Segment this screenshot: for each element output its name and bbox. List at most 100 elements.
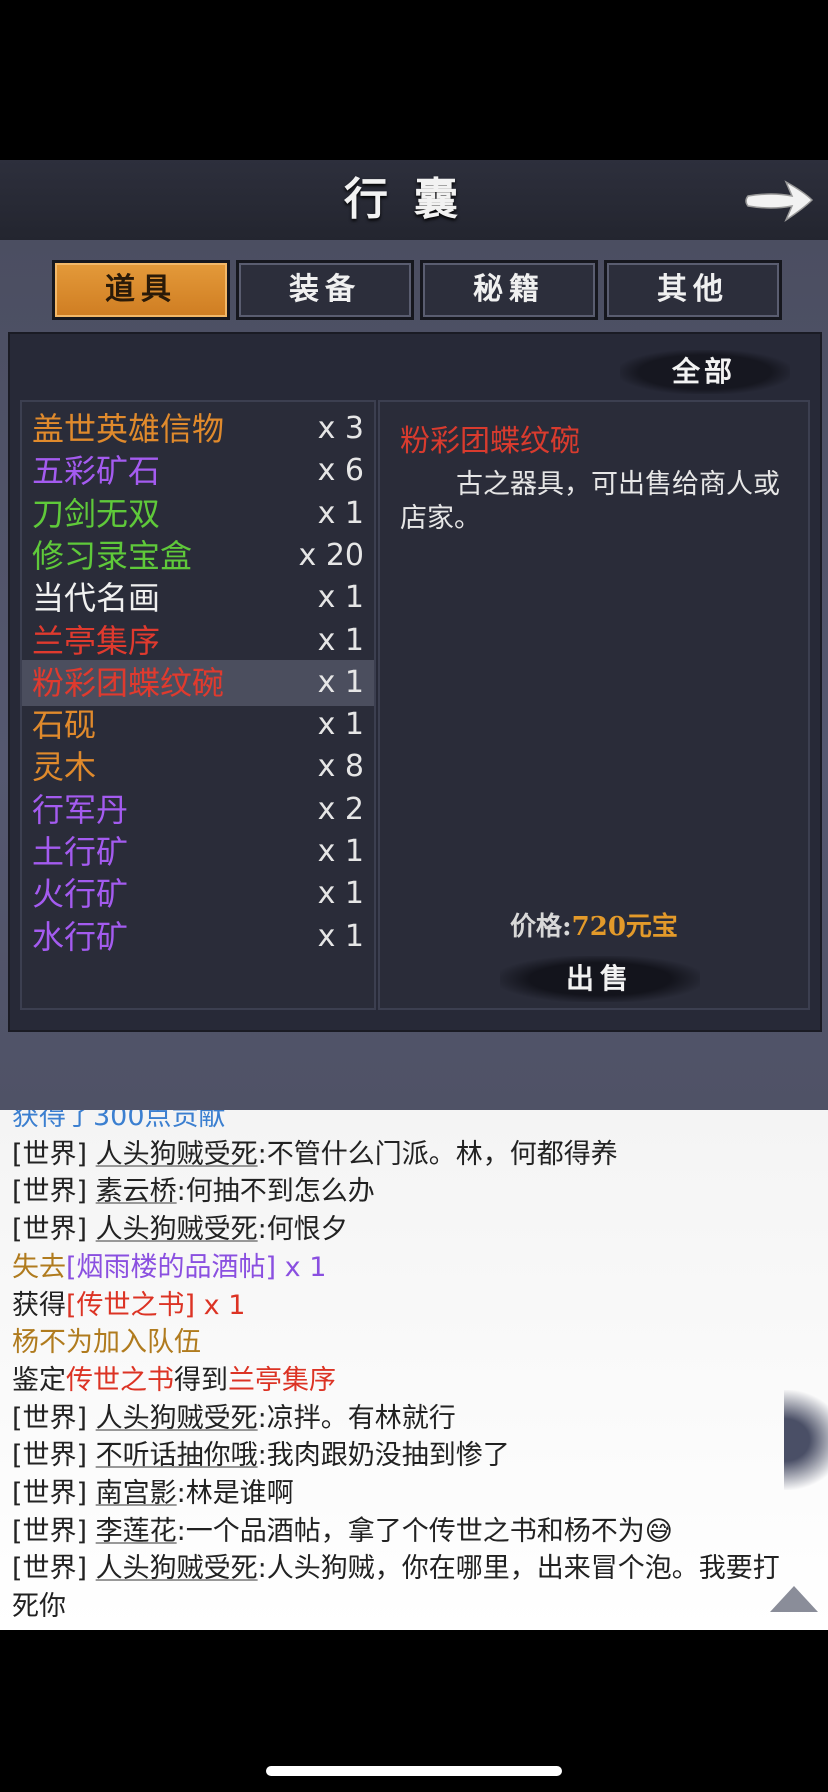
item-quantity: x 1 <box>317 707 364 743</box>
chat-text: [传世之书] x 1 <box>66 1289 246 1321</box>
chat-text: 兰亭集序 <box>228 1364 336 1396</box>
item-row[interactable]: 盖世英雄信物 x 3 <box>22 406 374 452</box>
page-title: 行囊 <box>344 174 484 225</box>
chat-text: :何恨夕 <box>257 1214 348 1246</box>
item-quantity: x 1 <box>317 876 364 912</box>
chat-text: 获得 <box>12 1289 66 1321</box>
chat-username[interactable]: 人头狗贼受死 <box>96 1139 258 1170</box>
item-quantity: x 1 <box>317 918 364 954</box>
chat-username[interactable]: 李莲花 <box>96 1516 177 1547</box>
chat-line: 鉴定传世之书得到兰亭集序 <box>12 1362 336 1400</box>
chat-text: [世界] <box>12 1138 96 1170</box>
chat-text: 得到 <box>174 1364 228 1396</box>
item-row[interactable]: 兰亭集序 x 1 <box>22 618 374 664</box>
item-name: 刀剑无双 <box>32 494 161 533</box>
item-row[interactable]: 五彩矿石 x 6 <box>22 448 374 494</box>
scroll-up-icon[interactable] <box>768 1584 820 1614</box>
item-name: 石砚 <box>32 706 97 745</box>
chat-text: [世界] <box>12 1515 96 1547</box>
chat-text: :凉拌。有林就行 <box>257 1402 456 1434</box>
chat-log[interactable]: 获得了300点贡献 [世界] 人头狗贼受死:不管什么门派。林，何都得养 [世界] 素… <box>0 1110 828 1630</box>
item-row[interactable]: 石砚 x 1 <box>22 702 374 748</box>
chat-text: 杨不为加入队伍 <box>12 1327 201 1359</box>
item-row[interactable]: 土行矿 x 1 <box>22 829 374 875</box>
tab-manuals[interactable]: 秘籍 <box>420 260 598 320</box>
chat-line: [世界] 人头狗贼受死:何恨夕 <box>12 1211 348 1249</box>
chat-text: 传世之书 <box>66 1364 174 1396</box>
item-name: 盖世英雄信物 <box>32 410 225 448</box>
item-quantity: x 1 <box>317 622 364 658</box>
chat-line: 获得了300点贡献 <box>12 1110 226 1136</box>
chat-username[interactable]: 素云桥 <box>96 1176 177 1207</box>
chat-text: [世界] <box>12 1402 96 1434</box>
chat-text: 获得了300点贡献 <box>12 1110 226 1132</box>
item-quantity: x 8 <box>317 749 364 785</box>
top-bar: 行囊 <box>0 160 828 243</box>
chat-line: 失去[烟雨楼的品酒帖] x 1 <box>12 1249 326 1287</box>
item-quantity: x 20 <box>298 537 364 573</box>
chat-text: 鉴定 <box>12 1364 66 1396</box>
detail-description: 古之器具，可出售给商人或店家。 <box>400 469 780 534</box>
item-quantity: x 1 <box>317 664 364 700</box>
tab-other[interactable]: 其他 <box>604 260 782 320</box>
chat-side-decoration <box>784 1390 828 1490</box>
chat-text: [世界] <box>12 1440 96 1472</box>
chat-text: :林是谁啊 <box>176 1478 294 1509</box>
item-quantity: x 1 <box>317 834 364 869</box>
chat-text: [烟雨楼的品酒帖] x 1 <box>66 1251 327 1283</box>
item-row[interactable]: 刀剑无双 x 1 <box>22 491 374 537</box>
item-row[interactable]: 修习录宝盒 x 20 <box>22 533 374 579</box>
item-row[interactable]: 当代名画 x 1 <box>22 575 374 621</box>
chat-username[interactable]: 不听话抽你哦 <box>96 1440 258 1471</box>
chat-line: [世界] 人头狗贼受死:不管什么门派。林，何都得养 <box>12 1136 618 1174</box>
item-name: 行军丹 <box>32 790 129 829</box>
chat-text: 死你 <box>12 1591 66 1623</box>
chat-line: [世界] 素云桥:何抽不到怎么办 <box>12 1173 375 1211</box>
detail-item-name: 粉彩团蝶纹碗 <box>400 424 580 459</box>
chat-text: :一个品酒帖，拿了个传世之书和杨不为😅 <box>176 1515 673 1547</box>
chat-username[interactable]: 人头狗贼受死 <box>96 1553 258 1584</box>
chat-text: [世界] <box>12 1214 96 1246</box>
item-name: 兰亭集序 <box>32 621 161 660</box>
item-name: 当代名画 <box>32 579 161 618</box>
item-row[interactable]: 灵木 x 8 <box>22 744 374 790</box>
chat-line: [世界] 人头狗贼受死:人头狗贼，你在哪里，出来冒个泡。我要打 <box>12 1550 780 1588</box>
tab-items[interactable]: 道具 <box>52 260 230 320</box>
chat-username[interactable]: 南宫影 <box>96 1478 177 1509</box>
sell-button[interactable]: 出售 <box>500 956 700 1002</box>
chat-text: :何抽不到怎么办 <box>176 1176 375 1208</box>
chat-line: [世界] 南宫影:林是谁啊 <box>12 1475 294 1513</box>
item-name: 灵木 <box>32 748 97 787</box>
item-quantity: x 2 <box>317 791 364 827</box>
chat-text: [世界] <box>12 1553 96 1585</box>
item-name: 水行矿 <box>32 917 129 956</box>
chat-text: [世界] <box>12 1478 96 1509</box>
item-list[interactable]: 盖世英雄信物 x 3 五彩矿石 x 6 刀剑无双 x 1 修习录宝盒 x 20 当代名画 x 1兰… <box>20 400 376 1010</box>
tab-equipment[interactable]: 装备 <box>236 260 414 320</box>
item-row[interactable]: 粉彩团蝶纹碗 x 1 <box>22 659 374 706</box>
item-name: 修习录宝盒 <box>32 536 193 575</box>
chat-text: :不管什么门派。林，何都得养 <box>257 1138 618 1170</box>
chat-text: :我肉跟奶没抽到惨了 <box>257 1440 510 1472</box>
item-row[interactable]: 行军丹 x 2 <box>22 787 374 833</box>
right-arrow-icon[interactable] <box>742 174 816 226</box>
item-name: 粉彩团蝶纹碗 <box>32 663 225 702</box>
chat-text: 失去 <box>12 1251 66 1283</box>
item-quantity: x 6 <box>317 453 364 489</box>
item-name: 五彩矿石 <box>32 452 161 491</box>
price-row: 价格:720元宝 <box>380 906 808 943</box>
item-row[interactable]: 火行矿 x 1 <box>22 871 374 917</box>
chat-line: 杨不为加入队伍 <box>12 1324 201 1362</box>
chat-line: 获得[传世之书] x 1 <box>12 1287 245 1325</box>
filter-all-button[interactable]: 全部 <box>620 350 788 394</box>
item-row[interactable]: 水行矿 x 1 <box>22 914 374 960</box>
item-quantity: x 3 <box>317 411 364 446</box>
chat-line: 死你 <box>12 1588 66 1626</box>
home-indicator <box>266 1766 562 1776</box>
item-quantity: x 1 <box>317 495 364 531</box>
chat-username[interactable]: 人头狗贼受死 <box>96 1214 258 1245</box>
chat-username[interactable]: 人头狗贼受死 <box>96 1403 258 1434</box>
item-name: 土行矿 <box>32 833 129 871</box>
item-quantity: x 1 <box>317 580 364 616</box>
price-value: 720元宝 <box>571 912 678 942</box>
